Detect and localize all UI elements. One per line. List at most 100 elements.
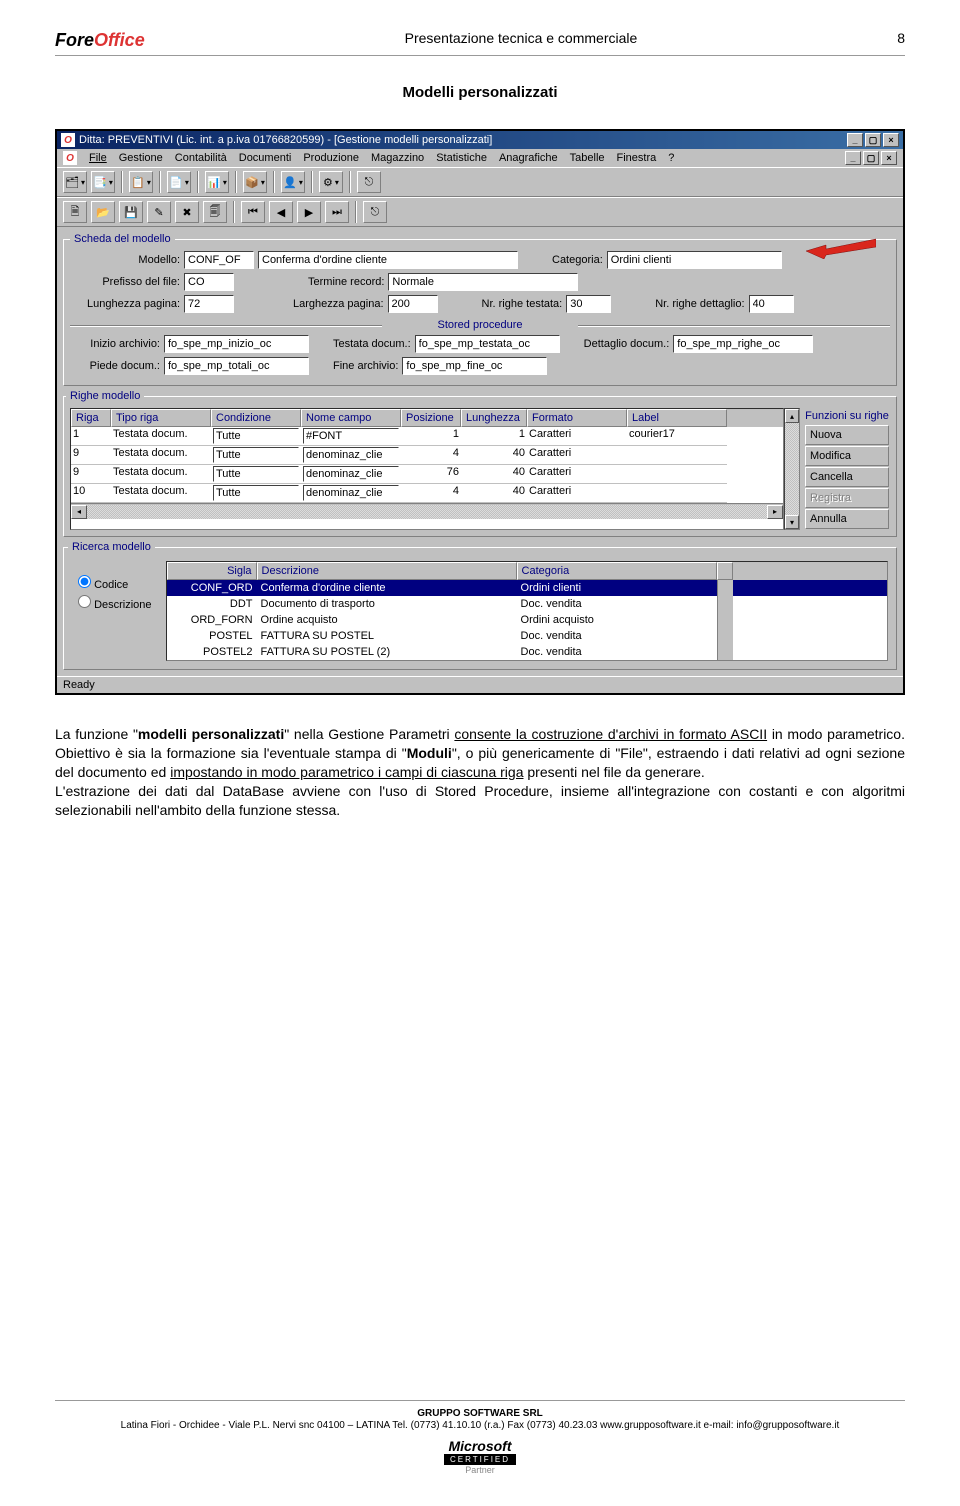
cancella-button[interactable]: Cancella [805,467,889,487]
larg-pagina-input[interactable] [388,295,438,313]
save-button[interactable]: 💾 [119,201,143,223]
inizio-archivio-input[interactable] [164,335,309,353]
modello-desc-input[interactable] [258,251,518,269]
next-button[interactable]: ▶ [297,201,321,223]
close-button[interactable]: × [883,133,899,147]
toolbar-exit-button[interactable]: ⎋ [357,171,381,193]
inizio-archivio-label: Inizio archivio: [70,338,160,350]
annulla-button[interactable]: Annulla [805,509,889,529]
close-form-button[interactable]: ⎋ [363,201,387,223]
modello-label: Modello: [70,254,180,266]
col-desc[interactable]: Descrizione [257,562,517,580]
delete-button[interactable]: ✖ [175,201,199,223]
toolbar-btn-6[interactable]: 📦 [243,171,267,193]
toolbar-btn-5[interactable]: 📊 [205,171,229,193]
copy-button[interactable]: 🗐 [203,201,227,223]
logo: ForeOffice [55,30,145,51]
modifica-button[interactable]: Modifica [805,446,889,466]
radio-codice[interactable]: Codice [78,575,152,591]
piede-docum-input[interactable] [164,357,309,375]
app-icon: O [61,133,75,147]
col-tipo[interactable]: Tipo riga [111,409,211,427]
search-row[interactable]: DDTDocumento di trasportoDoc. vendita [167,596,887,612]
window-title: Ditta: PREVENTIVI (Lic. int. a p.iva 017… [79,134,492,146]
search-row[interactable]: POSTEL2FATTURA SU POSTEL (2)Doc. vendita [167,644,887,660]
grid-hscrollbar[interactable]: ◂ ▸ [71,503,783,519]
menu-statistiche[interactable]: Statistiche [436,152,487,164]
toolbar-btn-2[interactable]: 📑 [91,171,115,193]
righe-testata-label: Nr. righe testata: [482,298,563,310]
toolbar-btn-4[interactable]: 📄 [167,171,191,193]
menu-finestra[interactable]: Finestra [617,152,657,164]
mdi-close-button[interactable]: × [881,151,897,165]
col-formato[interactable]: Formato [527,409,627,427]
fine-archivio-label: Fine archivio: [333,360,398,372]
search-row[interactable]: ORD_FORNOrdine acquistoOrdini acquisto [167,612,887,628]
mdi-maximize-button[interactable]: ▢ [863,151,879,165]
menu-anagrafiche[interactable]: Anagrafiche [499,152,558,164]
new-button[interactable]: 🗎 [63,201,87,223]
menu-tabelle[interactable]: Tabelle [570,152,605,164]
righe-grid[interactable]: Riga Tipo riga Condizione Nome campo Pos… [70,408,784,530]
prev-button[interactable]: ◀ [269,201,293,223]
minimize-button[interactable]: _ [847,133,863,147]
search-row[interactable]: POSTELFATTURA SU POSTELDoc. vendita [167,628,887,644]
search-result-table[interactable]: Sigla Descrizione Categoria CONF_ORDConf… [166,561,888,661]
table-row[interactable]: 1Testata docum.11Carattericourier17 [71,427,783,446]
menu-produzione[interactable]: Produzione [303,152,359,164]
scroll-right-button[interactable]: ▸ [767,505,783,519]
col-label[interactable]: Label [627,409,727,427]
menu-gestione[interactable]: Gestione [119,152,163,164]
col-categoria[interactable]: Categoria [517,562,717,580]
categoria-label: Categoria: [552,254,603,266]
col-sigla[interactable]: Sigla [167,562,257,580]
categoria-input[interactable] [607,251,782,269]
larg-pagina-label: Larghezza pagina: [293,298,384,310]
col-lunghezza[interactable]: Lunghezza [461,409,527,427]
col-nomecampo[interactable]: Nome campo [301,409,401,427]
col-posizione[interactable]: Posizione [401,409,461,427]
modello-code-input[interactable] [184,251,254,269]
scroll-up-button[interactable]: ▴ [785,409,799,423]
ricerca-legend: Ricerca modello [68,541,155,553]
termine-input[interactable] [388,273,578,291]
col-condizione[interactable]: Condizione [211,409,301,427]
open-button[interactable]: 📂 [91,201,115,223]
table-row[interactable]: 10Testata docum.440Caratteri [71,484,783,503]
scroll-down-button[interactable]: ▾ [785,515,799,529]
menu-contabilita[interactable]: Contabilità [175,152,227,164]
menu-file[interactable]: File [89,152,107,164]
maximize-button[interactable]: ▢ [865,133,881,147]
doc-title: Presentazione tecnica e commerciale [405,30,638,46]
first-button[interactable]: ⏮ [241,201,265,223]
testata-docum-input[interactable] [415,335,560,353]
toolbar-btn-7[interactable]: 👤 [281,171,305,193]
nuova-button[interactable]: Nuova [805,425,889,445]
col-riga[interactable]: Riga [71,409,111,427]
fine-archivio-input[interactable] [402,357,547,375]
righe-testata-input[interactable] [566,295,611,313]
menu-help[interactable]: ? [668,152,674,164]
menu-magazzino[interactable]: Magazzino [371,152,424,164]
prefisso-input[interactable] [184,273,234,291]
lung-pagina-label: Lunghezza pagina: [70,298,180,310]
toolbar-btn-3[interactable]: 📋 [129,171,153,193]
menu-documenti[interactable]: Documenti [239,152,292,164]
righe-legend: Righe modello [66,390,144,402]
last-button[interactable]: ⏭ [325,201,349,223]
radio-descrizione[interactable]: Descrizione [78,595,152,611]
righe-dettaglio-input[interactable] [749,295,794,313]
table-row[interactable]: 9Testata docum.440Caratteri [71,446,783,465]
dettaglio-docum-input[interactable] [673,335,813,353]
table-row[interactable]: 9Testata docum.7640Caratteri [71,465,783,484]
lung-pagina-input[interactable] [184,295,234,313]
edit-button[interactable]: ✎ [147,201,171,223]
mdi-minimize-button[interactable]: _ [845,151,861,165]
grid-vscrollbar[interactable]: ▴ ▾ [784,408,800,530]
toolbar-btn-1[interactable]: 🗂 [63,171,87,193]
scroll-left-button[interactable]: ◂ [71,505,87,519]
testata-docum-label: Testata docum.: [333,338,411,350]
toolbar-btn-8[interactable]: ⚙ [319,171,343,193]
search-row[interactable]: CONF_ORDConferma d'ordine clienteOrdini … [167,580,887,596]
page-header: ForeOffice Presentazione tecnica e comme… [55,30,905,56]
